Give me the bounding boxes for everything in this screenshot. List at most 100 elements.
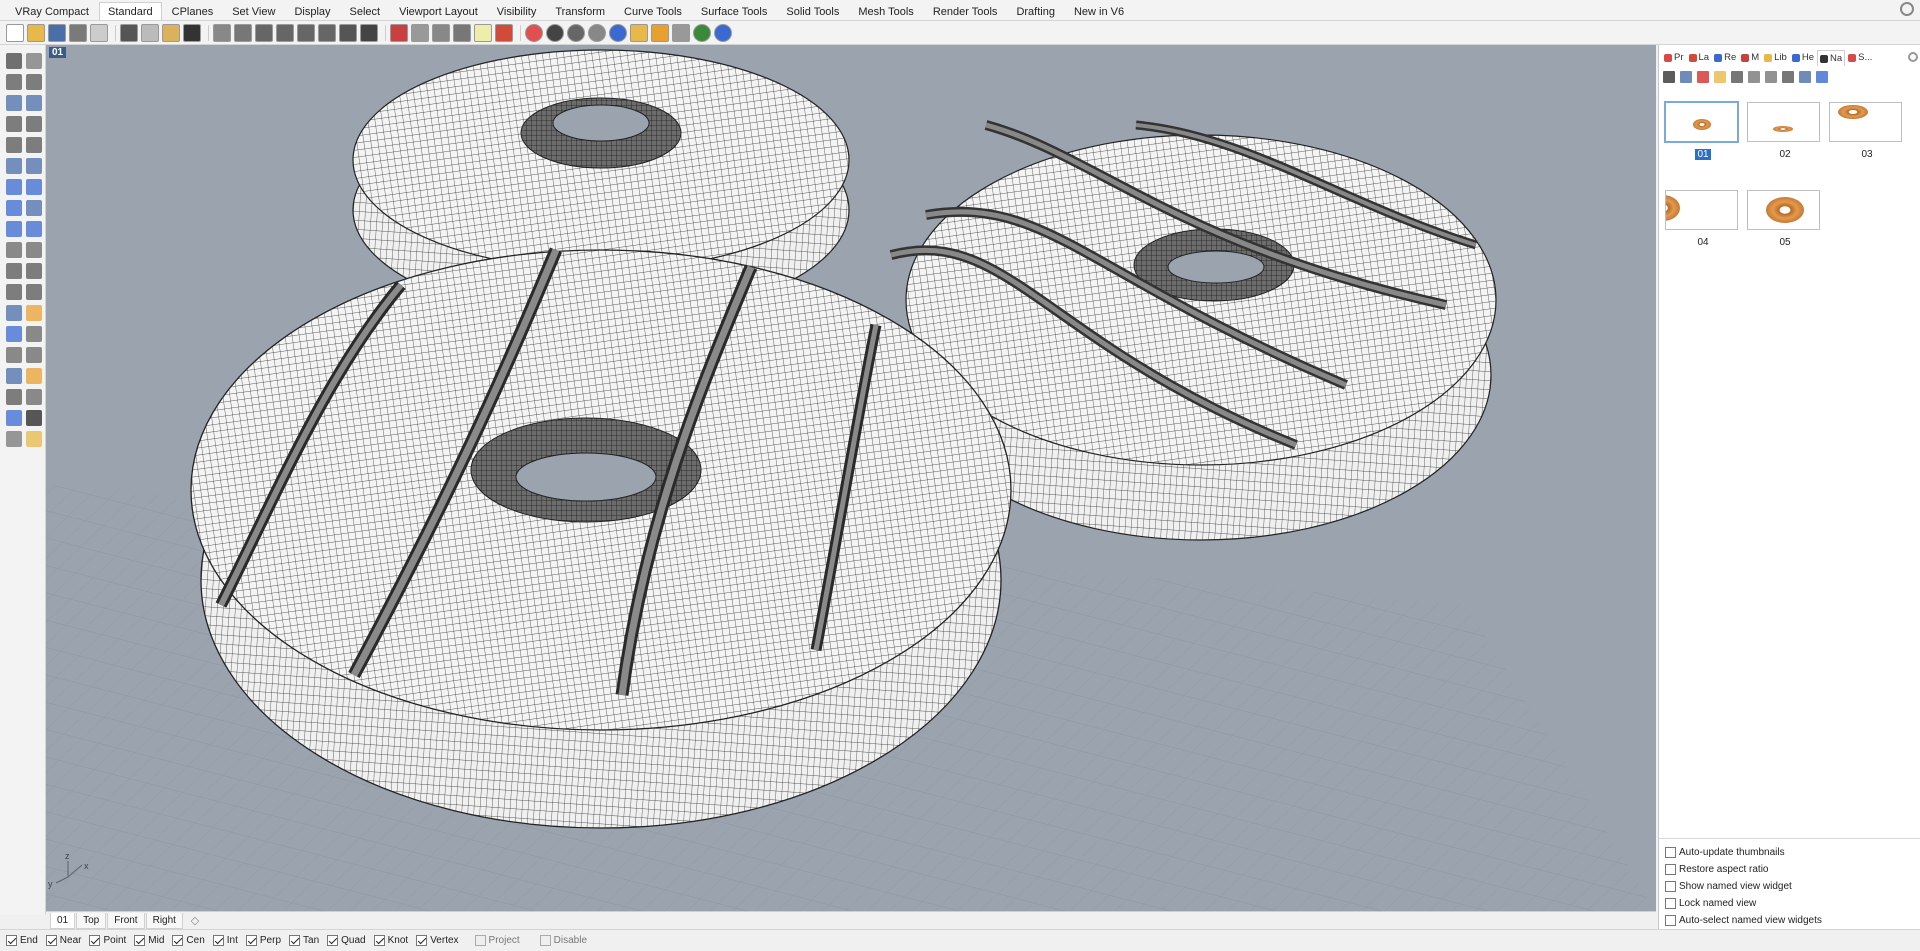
option-row[interactable]: Lock named view (1665, 895, 1915, 912)
toolbar-tab[interactable]: Solid Tools (777, 2, 848, 20)
subd-icon[interactable] (26, 242, 42, 258)
osnap-end[interactable]: End (6, 935, 38, 946)
curve-icon[interactable] (6, 137, 22, 153)
analyze-icon[interactable] (6, 431, 22, 447)
osnap-checkbox[interactable] (172, 935, 184, 946)
lock-icon[interactable] (453, 23, 471, 42)
toolbar-tab[interactable]: Visibility (488, 2, 546, 20)
cylinder-icon[interactable] (6, 200, 22, 216)
osnap-checkbox[interactable] (373, 935, 385, 946)
osnap-vertex[interactable]: Vertex (416, 935, 459, 946)
point-icon[interactable] (432, 23, 450, 42)
osnap-point[interactable]: Point (89, 935, 126, 946)
panel-tab[interactable]: S... (1846, 50, 1874, 66)
check-icon[interactable] (26, 410, 42, 426)
rectangle-icon[interactable] (26, 74, 42, 90)
viewport-title[interactable]: 01 (49, 47, 67, 58)
osnap-knot[interactable]: Knot (373, 935, 408, 946)
block-icon[interactable] (6, 368, 22, 384)
pan-icon[interactable] (213, 23, 231, 42)
text-icon[interactable] (6, 326, 22, 342)
osnap-mid[interactable]: Mid (134, 935, 164, 946)
option-checkbox[interactable] (1665, 847, 1676, 858)
toolbar-tab[interactable]: Set View (223, 2, 284, 20)
toolbar-tab[interactable]: Drafting (1007, 2, 1064, 20)
toolbar-tab[interactable]: CPlanes (163, 2, 223, 20)
edit-view-icon[interactable] (1680, 71, 1692, 83)
trim-icon[interactable] (6, 284, 22, 300)
viewport-tab[interactable]: Right (145, 912, 183, 929)
named-view-item[interactable]: 02 (1747, 102, 1823, 160)
boolean-icon[interactable] (26, 221, 42, 237)
sweep-icon[interactable] (26, 158, 42, 174)
zoom-extents-icon[interactable] (297, 23, 315, 42)
circle-icon[interactable] (6, 95, 22, 111)
named-view-thumbnail[interactable] (1829, 102, 1902, 142)
named-view-thumbnail[interactable] (1747, 190, 1820, 230)
panel-help-icon[interactable] (1816, 71, 1828, 83)
rotate-view-icon[interactable] (234, 23, 252, 42)
named-view-thumbnail[interactable] (1665, 190, 1738, 230)
gear-tools-icon[interactable] (651, 23, 669, 42)
osnap-int[interactable]: Int (212, 935, 238, 946)
option-checkbox[interactable] (1665, 915, 1676, 926)
toolbar-tab[interactable]: Viewport Layout (390, 2, 487, 20)
panel-tab[interactable]: Na (1817, 50, 1846, 66)
option-checkbox[interactable] (1665, 864, 1676, 875)
offset-icon[interactable] (6, 263, 22, 279)
sphere-icon[interactable] (26, 179, 42, 195)
explode-icon[interactable] (26, 305, 42, 321)
option-row[interactable]: Restore aspect ratio (1665, 861, 1915, 878)
save-view-icon[interactable] (1663, 71, 1675, 83)
osnap-disable[interactable]: Disable (539, 935, 587, 946)
project-icon[interactable] (26, 263, 42, 279)
select-icon[interactable] (6, 53, 22, 69)
osnap-checkbox[interactable] (416, 935, 428, 946)
named-view-item[interactable]: 04 (1665, 190, 1741, 248)
viewport-tab[interactable]: 01 (50, 912, 76, 929)
scale-icon[interactable] (26, 389, 42, 405)
osnap-cen[interactable]: Cen (172, 935, 205, 946)
toolbar-tab[interactable]: New in V6 (1065, 2, 1133, 20)
viewport-tab[interactable]: Top (76, 912, 107, 929)
dimension-icon[interactable] (672, 23, 690, 42)
toolbar-tab[interactable]: VRay Compact (6, 2, 98, 20)
ellipse-icon[interactable] (26, 95, 42, 111)
undo-icon[interactable] (183, 23, 201, 42)
osnap-perp[interactable]: Perp (245, 935, 281, 946)
add-viewport-tab-icon[interactable]: ◇ (188, 914, 202, 928)
perspective-viewport[interactable]: x y z 01 (46, 45, 1656, 911)
panel-tab[interactable]: Re (1712, 50, 1738, 66)
arc-icon[interactable] (6, 116, 22, 132)
print-icon[interactable] (69, 23, 87, 42)
panel-tab[interactable]: M (1739, 50, 1761, 66)
option-checkbox[interactable] (1665, 881, 1676, 892)
color-wheel-icon[interactable] (525, 23, 543, 42)
option-row[interactable]: Auto-select named view widgets (1665, 912, 1915, 929)
new-file-icon[interactable] (6, 23, 24, 42)
extrude-icon[interactable] (26, 200, 42, 216)
named-view-thumbnail[interactable] (1664, 101, 1739, 143)
copy-icon[interactable] (141, 23, 159, 42)
render-icon[interactable] (26, 431, 42, 447)
osnap-checkbox[interactable] (474, 935, 486, 946)
array-icon[interactable] (6, 347, 22, 363)
restore-icon[interactable] (1731, 71, 1743, 83)
shaded-sphere-icon[interactable] (546, 23, 564, 42)
osnap-checkbox[interactable] (45, 935, 57, 946)
panel-tab[interactable]: He (1790, 50, 1816, 66)
revolve-icon[interactable] (6, 221, 22, 237)
show-widget-icon[interactable] (1782, 71, 1794, 83)
toolbar-tab[interactable]: Standard (98, 2, 162, 20)
named-view-item[interactable]: 03 (1829, 102, 1905, 160)
grid-icon[interactable] (360, 23, 378, 42)
group-icon[interactable] (26, 368, 42, 384)
settings-gear-icon[interactable] (1900, 2, 1914, 16)
option-checkbox[interactable] (1665, 898, 1676, 909)
zoom-icon[interactable] (255, 23, 273, 42)
dimension-icon[interactable] (26, 326, 42, 342)
save-icon[interactable] (48, 23, 66, 42)
toolbar-tab[interactable]: Curve Tools (615, 2, 691, 20)
panel-settings-gear-icon[interactable] (1908, 52, 1918, 62)
zoom-window-icon[interactable] (276, 23, 294, 42)
